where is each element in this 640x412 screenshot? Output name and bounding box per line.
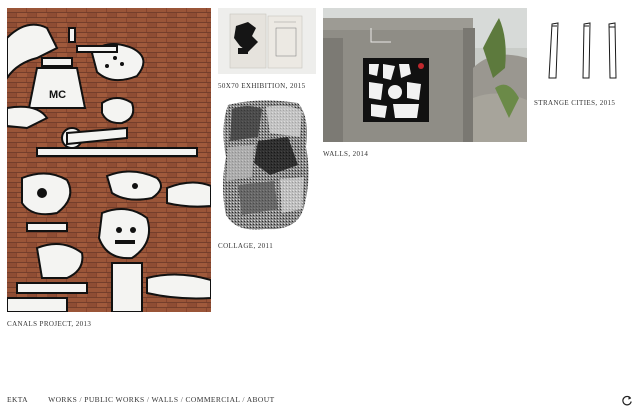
reload-icon[interactable] [621, 394, 633, 406]
svg-text:MC: MC [49, 89, 66, 101]
work-tile-strange-cities[interactable] [534, 8, 634, 90]
brand-link[interactable]: EKTA [7, 395, 28, 404]
nav-link-public-works[interactable]: PUBLIC WORKS [84, 395, 144, 404]
work-tile-collage[interactable] [218, 97, 316, 235]
nav-link-about[interactable]: ABOUT [247, 395, 275, 404]
nav-link-commercial[interactable]: COMMERCIAL [186, 395, 241, 404]
work-caption-walls: WALLS, 2014 [323, 150, 369, 158]
reload-icon-graphic [622, 395, 632, 406]
nav-link-works[interactable]: WORKS [48, 395, 77, 404]
work-caption-canals-project: CANALS PROJECT, 2013 [7, 320, 92, 328]
work-caption-50x70-exhibition: 50X70 EXHIBITION, 2015 [218, 82, 306, 90]
canals-project-image: MC [7, 8, 211, 312]
collage-image [223, 100, 309, 230]
50x70-exhibition-image [218, 8, 316, 74]
strange-cities-image [534, 8, 634, 90]
work-tile-walls[interactable] [323, 8, 527, 142]
footer-navigation: EKTA WORKS / PUBLIC WORKS / WALLS / COMM… [7, 395, 275, 404]
work-tile-50x70-exhibition[interactable] [218, 8, 316, 74]
nav-separator: / [178, 395, 186, 404]
walls-image [323, 8, 527, 142]
work-tile-canals-project[interactable]: MC [7, 8, 211, 312]
work-caption-strange-cities: STRANGE CITIES, 2015 [534, 99, 616, 107]
nav-separator: / [240, 395, 247, 404]
nav-link-walls[interactable]: WALLS [151, 395, 178, 404]
work-caption-collage: COLLAGE, 2011 [218, 242, 274, 250]
